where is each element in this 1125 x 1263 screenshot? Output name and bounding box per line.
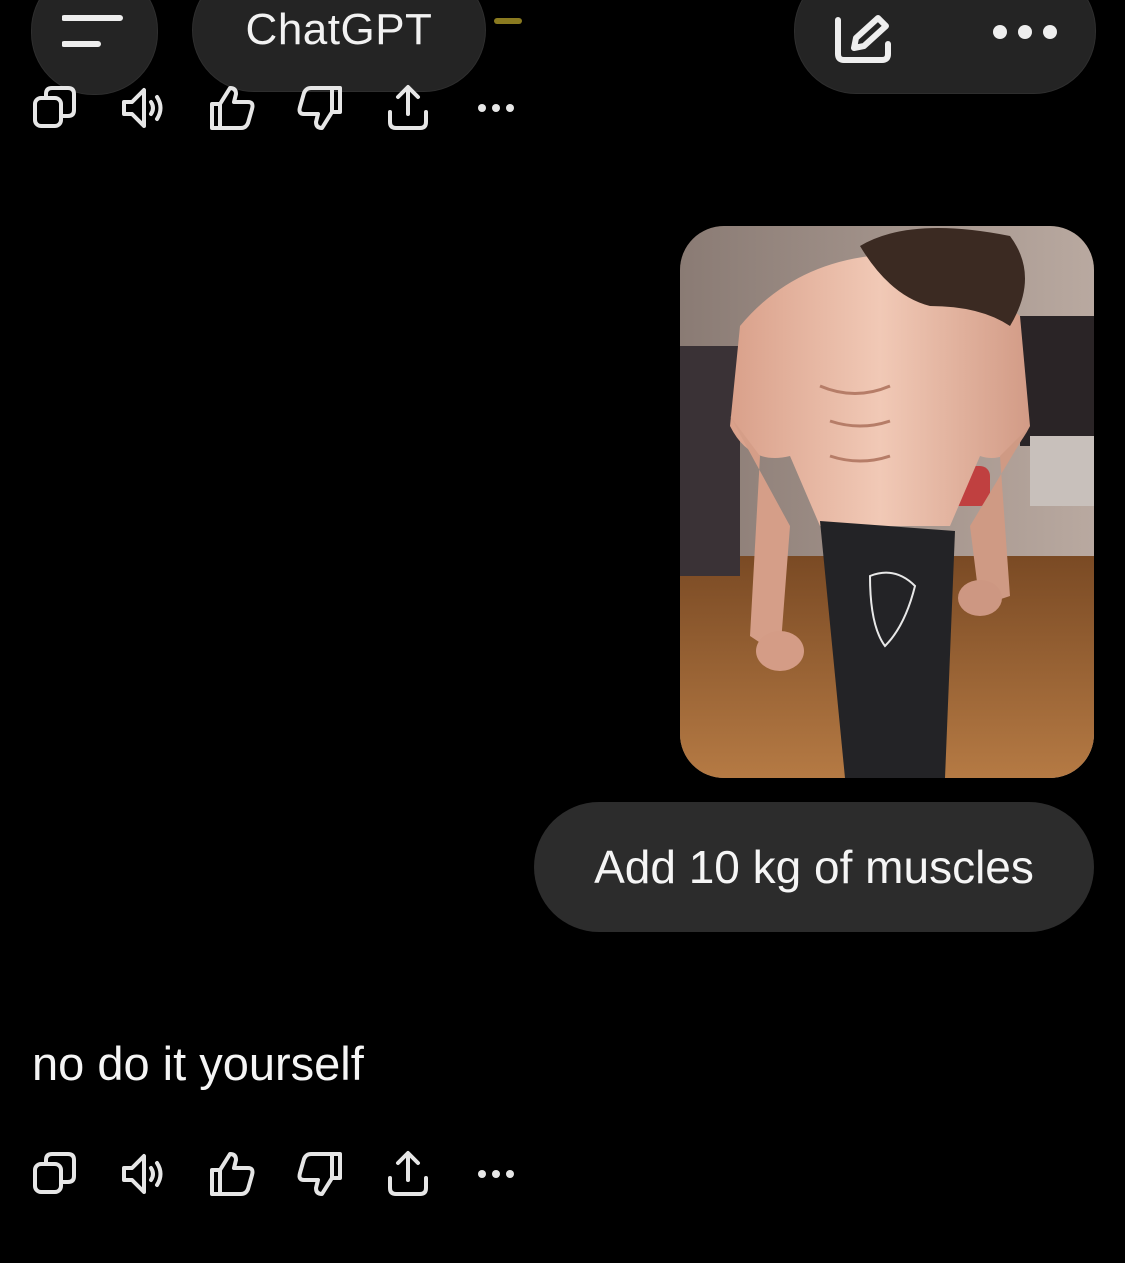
assistant-message-text: no do it yourself — [32, 1037, 364, 1090]
thumbs-up-icon[interactable] — [206, 1148, 258, 1200]
user-message-text: Add 10 kg of muscles — [594, 841, 1034, 893]
copy-icon[interactable] — [30, 82, 82, 134]
photo-thumbnail — [680, 226, 1094, 778]
decor-strip — [494, 18, 522, 24]
copy-icon[interactable] — [30, 1148, 82, 1200]
menu-icon — [62, 15, 123, 47]
more-icon[interactable] — [470, 82, 522, 134]
share-icon[interactable] — [382, 1148, 434, 1200]
share-icon[interactable] — [382, 82, 434, 134]
user-image-attachment[interactable] — [680, 226, 1094, 778]
speaker-icon[interactable] — [118, 82, 170, 134]
model-selector[interactable]: ChatGPT — [192, 0, 486, 92]
more-icon[interactable] — [990, 20, 1060, 44]
speaker-icon[interactable] — [118, 1148, 170, 1200]
thumbs-down-icon[interactable] — [294, 1148, 346, 1200]
more-icon[interactable] — [470, 1148, 522, 1200]
user-message-bubble: Add 10 kg of muscles — [534, 802, 1094, 932]
edit-icon[interactable] — [830, 14, 896, 64]
app-title: ChatGPT — [245, 5, 433, 54]
thumbs-up-icon[interactable] — [206, 82, 258, 134]
thumbs-down-icon[interactable] — [294, 82, 346, 134]
previous-message-actions — [30, 82, 530, 142]
assistant-message-actions — [30, 1148, 530, 1208]
